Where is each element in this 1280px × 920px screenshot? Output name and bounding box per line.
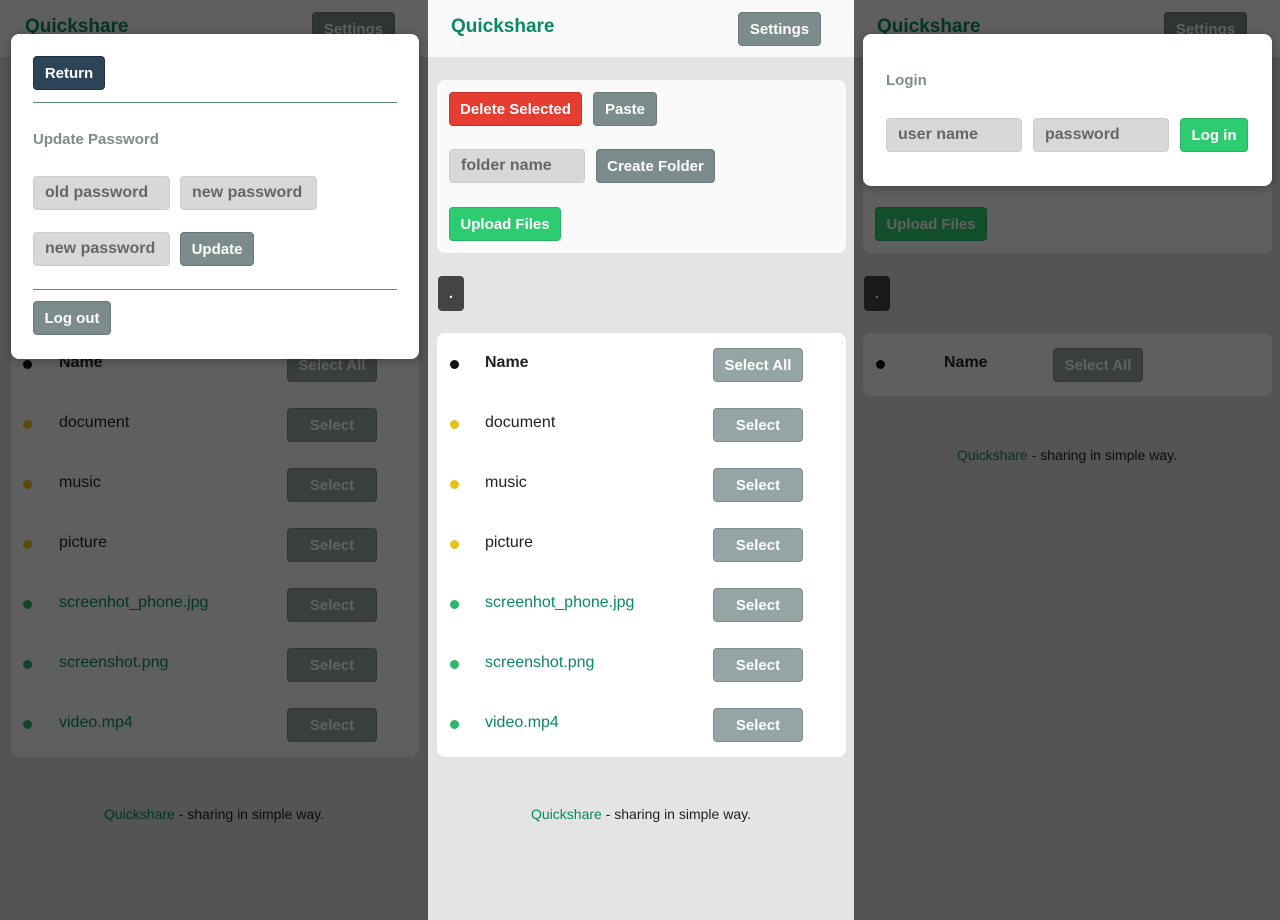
old-password-field[interactable]: old password (33, 176, 170, 210)
select-button[interactable]: Select (713, 588, 803, 622)
list-item[interactable]: screenhot_phone.jpg Select (437, 574, 846, 634)
item-name[interactable]: screenshot.png (485, 654, 594, 672)
item-name[interactable]: music (485, 474, 527, 492)
paste-button[interactable]: Paste (593, 92, 657, 126)
login-modal: Login user name password Log in (863, 34, 1272, 186)
login-heading: Login (886, 72, 927, 89)
file-bullet-icon (450, 720, 459, 729)
folder-bullet-icon (450, 480, 459, 489)
select-button[interactable]: Select (713, 468, 803, 502)
name-column-header: Name (485, 354, 529, 371)
panel-settings-view: Quickshare Settings Name Select All docu… (0, 0, 428, 920)
create-folder-button[interactable]: Create Folder (596, 149, 715, 183)
footer-brand-link[interactable]: Quickshare (531, 806, 602, 822)
select-button[interactable]: Select (713, 528, 803, 562)
confirm-password-field[interactable]: new password (33, 232, 170, 266)
table-header-row: Name Select All (437, 334, 846, 394)
upload-files-button[interactable]: Upload Files (449, 207, 561, 241)
panel-login-view: Quickshare Settings Upload Files . Name … (854, 0, 1280, 920)
footer: Quickshare - sharing in simple way. (428, 806, 854, 822)
bullet-icon (450, 360, 459, 369)
divider (33, 102, 397, 103)
folder-name-input[interactable]: folder name (449, 149, 585, 183)
new-password-field[interactable]: new password (180, 176, 317, 210)
settings-modal: Return Update Password old password new … (11, 34, 419, 359)
update-password-heading: Update Password (33, 131, 159, 148)
file-bullet-icon (450, 600, 459, 609)
delete-selected-button[interactable]: Delete Selected (449, 92, 582, 126)
item-name[interactable]: picture (485, 534, 533, 552)
login-button[interactable]: Log in (1180, 118, 1248, 152)
select-button[interactable]: Select (713, 708, 803, 742)
file-list-card: Name Select All document Select music Se… (437, 333, 846, 757)
toolbar-card: Delete Selected Paste folder name Create… (437, 80, 846, 253)
select-button[interactable]: Select (713, 648, 803, 682)
app-header: Quickshare Settings (428, 0, 854, 57)
list-item[interactable]: video.mp4 Select (437, 694, 846, 754)
select-button[interactable]: Select (713, 408, 803, 442)
list-item[interactable]: document Select (437, 394, 846, 454)
item-name[interactable]: screenhot_phone.jpg (485, 594, 634, 612)
file-bullet-icon (450, 660, 459, 669)
select-all-button[interactable]: Select All (713, 348, 803, 382)
username-input[interactable]: user name (886, 118, 1022, 152)
folder-bullet-icon (450, 540, 459, 549)
list-item[interactable]: picture Select (437, 514, 846, 574)
panel-main-view: Quickshare Settings Delete Selected Past… (428, 0, 854, 920)
password-input[interactable]: password (1033, 118, 1169, 152)
divider (33, 289, 397, 290)
update-button[interactable]: Update (180, 232, 254, 266)
folder-bullet-icon (450, 420, 459, 429)
item-name[interactable]: document (485, 414, 555, 432)
item-name[interactable]: video.mp4 (485, 714, 559, 732)
list-item[interactable]: screenshot.png Select (437, 634, 846, 694)
path-breadcrumb[interactable]: . (438, 276, 464, 311)
return-button[interactable]: Return (33, 56, 105, 90)
logout-button[interactable]: Log out (33, 301, 111, 335)
list-item[interactable]: music Select (437, 454, 846, 514)
brand-title[interactable]: Quickshare (451, 16, 555, 38)
settings-button[interactable]: Settings (738, 12, 821, 46)
footer-tagline: - sharing in simple way. (601, 806, 751, 822)
